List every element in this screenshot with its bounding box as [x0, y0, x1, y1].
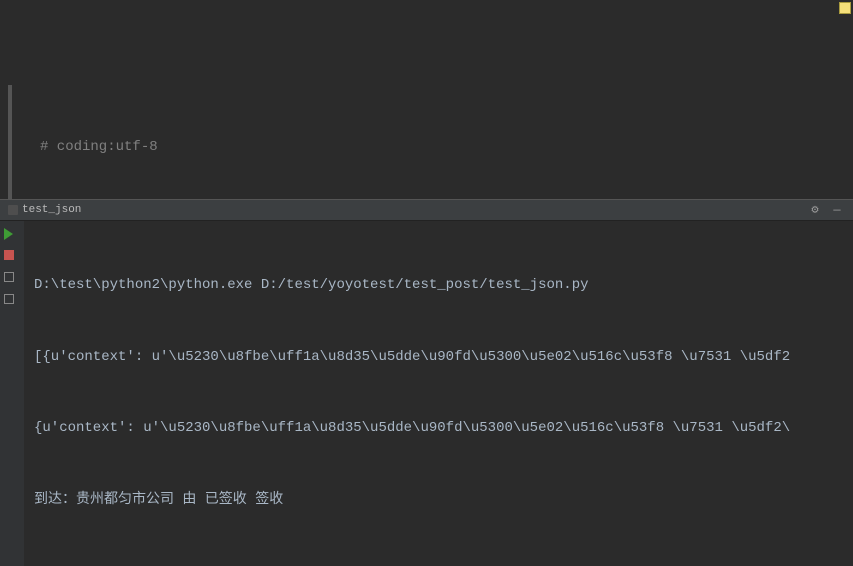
console-toolbar	[0, 221, 24, 566]
status-indicator	[839, 2, 851, 14]
rerun-icon[interactable]	[4, 228, 20, 244]
stop-icon[interactable]	[4, 250, 20, 266]
console-line: [{u'context': u'\u5230\u8fbe\uff1a\u8d35…	[34, 346, 843, 370]
run-panel-header: test_json ⚙ —	[0, 199, 853, 221]
layout-icon[interactable]	[4, 272, 20, 288]
run-tab-icon	[8, 205, 18, 215]
code-editor[interactable]: # coding:utf-8 import requests url = "ht…	[0, 0, 853, 199]
console-line: {u'context': u'\u5230\u8fbe\uff1a\u8d35\…	[34, 417, 843, 441]
gear-icon[interactable]: ⚙	[807, 202, 823, 218]
console-line: 到达：贵州都匀市公司 由 已签收 签收	[34, 489, 843, 513]
code-comment: # coding:utf-8	[40, 139, 158, 155]
run-tab-title[interactable]: test_json	[22, 204, 801, 216]
misc-icon[interactable]	[4, 294, 20, 310]
console-output: D:\test\python2\python.exe D:/test/yoyot…	[0, 221, 853, 566]
console-line: D:\test\python2\python.exe D:/test/yoyot…	[34, 274, 843, 298]
minimize-icon[interactable]: —	[829, 202, 845, 218]
console-text[interactable]: D:\test\python2\python.exe D:/test/yoyot…	[24, 221, 853, 566]
